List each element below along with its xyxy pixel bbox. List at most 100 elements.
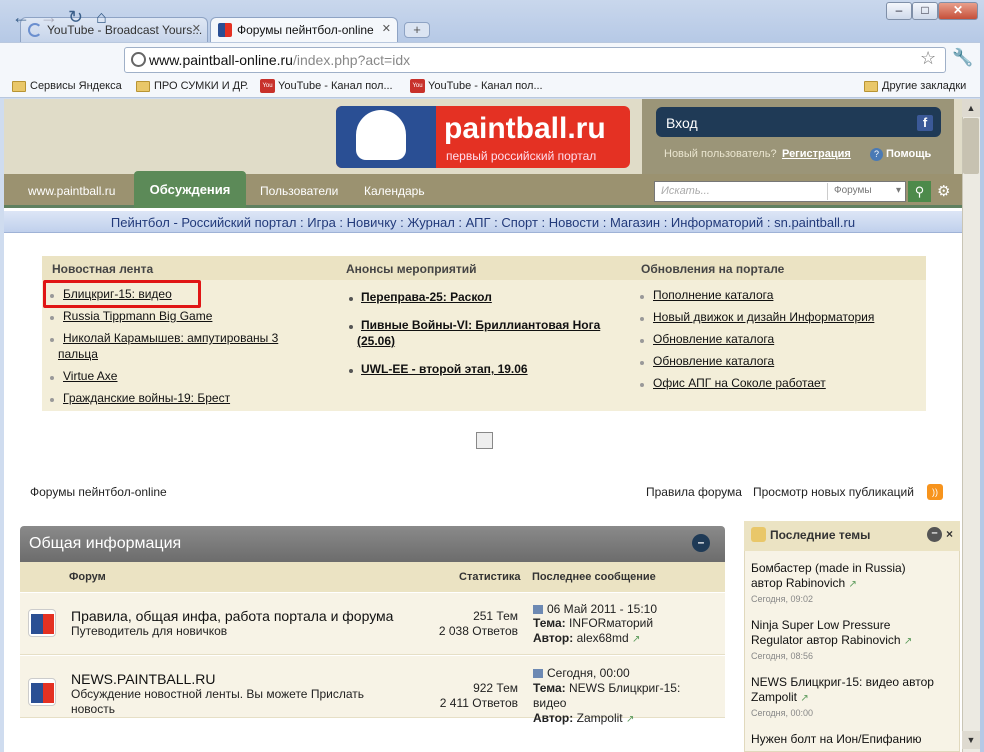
gear-icon[interactable]: ⚙ xyxy=(937,182,950,200)
forum-title[interactable]: Правила, общая инфа, работа портала и фо… xyxy=(71,608,393,624)
update-link[interactable]: Новый движок и дизайн Информатория xyxy=(653,310,874,324)
news-link[interactable]: Гражданские войны-19: Брест xyxy=(63,391,230,405)
event-link[interactable]: UWL-EE - второй этап, 19.06 xyxy=(361,362,528,376)
recent-topic-author[interactable]: автор Rabinovich ↗ xyxy=(751,576,951,592)
recent-topic-author[interactable]: Zampolit ↗ xyxy=(751,690,951,706)
update-link[interactable]: Офис АПГ на Соколе работает xyxy=(653,376,826,390)
portal-links-bar[interactable]: Пейнтбол - Российский портал : Игра : Но… xyxy=(4,211,962,233)
recent-topic-time: Сегодня, 08:56 xyxy=(751,651,814,661)
forum-title[interactable]: NEWS.PAINTBALL.RU xyxy=(71,671,215,687)
last-post-author[interactable]: Автор: Zampolit ↗ xyxy=(533,711,634,725)
tab-forum[interactable]: Форумы пейнтбол-online ✕ xyxy=(210,17,398,42)
bullet-icon xyxy=(640,339,644,343)
news-link[interactable]: Virtue Axe xyxy=(63,369,117,383)
back-arrow-icon[interactable]: ← xyxy=(12,8,30,26)
nav-item-users[interactable]: Пользователи xyxy=(260,184,338,198)
forum-desc-line2: новость xyxy=(71,702,115,716)
bullet-icon xyxy=(349,369,353,373)
bullet-icon xyxy=(349,297,353,301)
nav-item-calendar[interactable]: Календарь xyxy=(364,184,425,198)
update-link[interactable]: Обновление каталога xyxy=(653,354,774,368)
events-title: Анонсы мероприятий xyxy=(336,256,631,280)
home-icon[interactable]: ⌂ xyxy=(96,8,107,26)
last-post-author[interactable]: Автор: alex68md ↗ xyxy=(533,631,640,645)
close-window-button[interactable]: ✕ xyxy=(938,2,978,20)
search-scope-label: Форумы xyxy=(834,185,872,196)
bookmark-sumki[interactable]: ПРО СУМКИ И ДР. xyxy=(136,80,248,92)
globe-icon xyxy=(131,52,146,67)
col-stats: Статистика xyxy=(459,571,521,583)
collapse-icon[interactable]: – xyxy=(927,527,942,542)
maximize-button[interactable]: □ xyxy=(912,2,938,20)
url-path: /index.php?act=idx xyxy=(292,52,411,68)
news-link[interactable]: Russia Tippmann Big Game xyxy=(63,309,212,323)
wrench-icon[interactable]: 🔧 xyxy=(952,48,973,68)
news-link[interactable]: Николай Карамышев: ампутированы 3 xyxy=(63,331,278,345)
recent-topic-link[interactable]: Нужен болт на Ион/Епифанию xyxy=(751,732,951,747)
col-forum: Форум xyxy=(69,571,106,583)
close-tab-icon[interactable]: ✕ xyxy=(382,22,391,35)
nav-item-site[interactable]: www.paintball.ru xyxy=(28,184,115,198)
external-link-icon: ↗ xyxy=(800,693,809,704)
recent-topic-link[interactable]: Ninja Super Low Pressure xyxy=(751,618,951,633)
event-link[interactable]: (25.06) xyxy=(357,334,395,348)
scroll-thumb[interactable] xyxy=(963,118,979,174)
close-icon[interactable]: × xyxy=(946,527,953,541)
news-link[interactable]: пальца xyxy=(58,347,98,361)
last-post-topic[interactable]: Тема: NEWS Блицкриг-15: xyxy=(533,681,680,695)
help-icon[interactable]: ? xyxy=(870,148,883,161)
youtube-icon: You xyxy=(260,79,275,93)
address-bar[interactable]: www.paintball-online.ru/index.php?act=id… xyxy=(124,47,946,73)
facebook-icon[interactable]: f xyxy=(917,115,933,131)
new-posts-link[interactable]: Просмотр новых публикаций xyxy=(753,485,914,499)
update-link[interactable]: Обновление каталога xyxy=(653,332,774,346)
scrollbar[interactable] xyxy=(962,99,980,752)
reload-icon[interactable]: ↻ xyxy=(68,8,83,26)
url-domain: www.paintball-online.ru xyxy=(149,52,293,68)
bookmark-youtube-1[interactable]: You YouTube - Канал пол... xyxy=(260,79,393,93)
bookmark-label: YouTube - Канал пол... xyxy=(278,80,393,92)
help-link[interactable]: Помощь xyxy=(886,148,931,160)
forum-rules-link[interactable]: Правила форума xyxy=(646,485,742,499)
login-button[interactable]: Вход xyxy=(656,107,941,137)
search-scope-select[interactable]: Форумы ▾ xyxy=(827,183,905,200)
bullet-icon xyxy=(640,295,644,299)
bullet-icon xyxy=(50,376,54,380)
youtube-icon: You xyxy=(410,79,425,93)
minimize-button[interactable]: – xyxy=(886,2,912,20)
search-button[interactable]: ⚲ xyxy=(908,181,931,202)
forum-row: NEWS.PAINTBALL.RU Обсуждение новостной л… xyxy=(20,656,725,725)
last-post-topic[interactable]: Тема: INFORматорий xyxy=(533,616,653,630)
nav-item-discussions[interactable]: Обсуждения xyxy=(134,171,246,208)
bookmark-other[interactable]: Другие закладки xyxy=(864,80,966,92)
update-link[interactable]: Пополнение каталога xyxy=(653,288,773,302)
last-post-topic-line2[interactable]: видео xyxy=(533,696,566,710)
recent-topic-link[interactable]: NEWS Блицкриг-15: видео автор xyxy=(751,675,951,690)
last-post-date[interactable]: 06 Май 2011 - 15:10 xyxy=(533,602,657,616)
close-tab-icon[interactable]: ✕ xyxy=(192,22,201,35)
logo-subtitle: первый российский портал xyxy=(446,149,597,163)
last-post-date[interactable]: Сегодня, 00:00 xyxy=(533,666,630,680)
breadcrumb[interactable]: Форумы пейнтбол-online xyxy=(30,485,167,499)
recent-topic-time: Сегодня, 09:02 xyxy=(751,594,814,604)
event-link[interactable]: Переправа-25: Раскол xyxy=(361,290,492,304)
bookmark-label: Сервисы Яндекса xyxy=(30,80,122,92)
recent-topic-link[interactable]: Бомбастер (made in Russia) xyxy=(751,561,951,576)
scroll-down-icon[interactable]: ▼ xyxy=(962,731,980,749)
rss-icon[interactable]: )) xyxy=(927,484,943,500)
register-link[interactable]: Регистрация xyxy=(782,148,851,160)
event-link[interactable]: Пивные Войны-VI: Бриллиантовая Нога xyxy=(361,318,600,332)
new-user-text: Новый пользователь? xyxy=(664,148,777,160)
scroll-up-icon[interactable]: ▲ xyxy=(962,99,980,117)
arrow-right-icon xyxy=(533,605,543,614)
new-tab-button[interactable]: + xyxy=(404,22,430,38)
collapse-icon[interactable]: – xyxy=(692,534,710,552)
bullet-icon xyxy=(640,361,644,365)
bookmark-youtube-2[interactable]: You YouTube - Канал пол... xyxy=(410,79,543,93)
bookmark-yandex[interactable]: Сервисы Яндекса xyxy=(12,80,122,92)
bullet-icon xyxy=(50,398,54,402)
folder-icon xyxy=(864,81,878,92)
recent-topic-author[interactable]: Regulator автор Rabinovich ↗ xyxy=(751,633,951,649)
bookmark-star-icon[interactable]: ☆ xyxy=(920,48,936,69)
forward-arrow-icon[interactable]: → xyxy=(40,8,58,26)
